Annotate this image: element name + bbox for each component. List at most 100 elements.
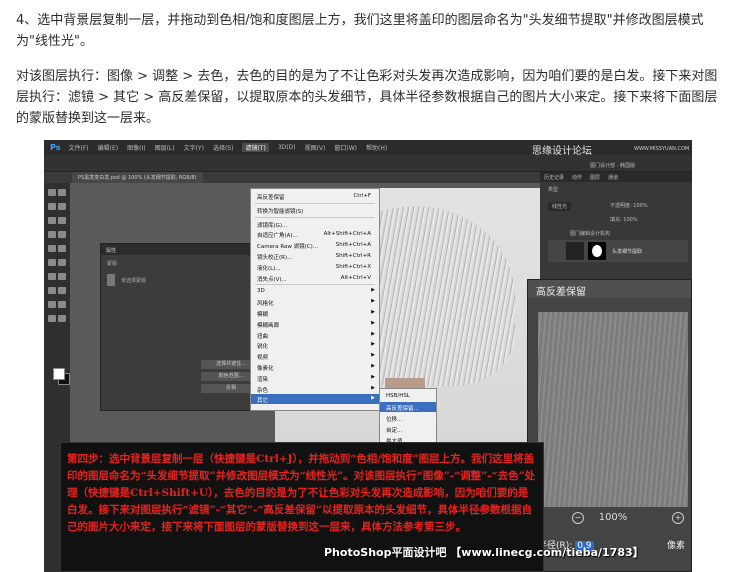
watermark-right: 图门设计部 - 韩国版	[590, 163, 635, 169]
menu-item-label: 扭曲	[257, 333, 269, 340]
submenu-arrow-icon: ▶	[371, 319, 375, 326]
eraser-tool-icon[interactable]	[48, 259, 56, 266]
layer-mask-thumbnail	[588, 242, 606, 260]
filter-menu-item[interactable]: 视频 ▶	[251, 351, 379, 361]
submenu-arrow-icon: ▶	[371, 352, 375, 359]
quick-select-tool-icon[interactable]	[58, 203, 66, 210]
menu-edit[interactable]: 编辑(E)	[98, 143, 118, 152]
filter-menu-item[interactable]: 自适应广角(A)... Alt+Shift+Ctrl+A	[251, 229, 379, 239]
filter-menu-item[interactable]: 模糊画廊 ▶	[251, 319, 379, 329]
menu-file[interactable]: 文件(F)	[68, 143, 88, 152]
ps-logo-icon: Ps	[50, 143, 61, 152]
menu-layer[interactable]: 图层(L)	[155, 143, 175, 152]
tab-layers[interactable]: 图层	[590, 174, 600, 181]
menu-item-label: 转换为智能滤镜(S)	[257, 208, 304, 215]
shape-tool-icon[interactable]	[58, 301, 66, 308]
menu-item-label: 滤镜库(G)...	[257, 222, 288, 229]
zoom-in-icon[interactable]: +	[672, 512, 684, 524]
tab-actions[interactable]: 动作	[572, 174, 582, 181]
menu-separator	[255, 202, 375, 204]
submenu-arrow-icon: ▶	[371, 395, 375, 402]
submenu-arrow-icon: ▶	[371, 309, 375, 315]
gradient-tool-icon[interactable]	[58, 259, 66, 266]
history-brush-tool-icon[interactable]	[58, 245, 66, 252]
layer-kind-select[interactable]: 类型	[548, 186, 558, 193]
hand-tool-icon[interactable]	[48, 315, 56, 322]
other-submenu-item[interactable]: 高反差保留...	[380, 402, 436, 412]
radius-unit: 像素	[666, 541, 685, 551]
healing-tool-icon[interactable]	[48, 231, 56, 238]
lasso-tool-icon[interactable]	[48, 203, 56, 210]
step-paragraph-2: 对该图层执行：图像 > 调整 > 去色，去色的目的是为了不让色彩对头发再次造成影…	[16, 69, 718, 126]
fill-field[interactable]: 填充: 100%	[610, 216, 638, 223]
step-paragraph-1: 4、选中背景层复制一层，并拖动到色相/饱和度图层上方，我们这里将盖印的图层命名为…	[16, 13, 704, 49]
filter-menu-item[interactable]: 其它 ▶	[251, 394, 379, 405]
tab-history[interactable]: 历史记录	[544, 174, 564, 181]
blend-mode-select[interactable]: 线性光	[548, 202, 572, 211]
brush-tool-icon[interactable]	[58, 231, 66, 238]
type-tool-icon[interactable]	[58, 287, 66, 294]
menu-image[interactable]: 图像(I)	[127, 143, 145, 152]
watermark-missyuan-url: WWW.MISSYUAN.COM	[634, 146, 690, 152]
filter-menu-item[interactable]: 模糊 ▶	[251, 308, 379, 318]
menu-item-label: 镜头校正(R)...	[257, 255, 293, 261]
path-select-tool-icon[interactable]	[48, 301, 56, 308]
filter-menu-item[interactable]: 消失点(V)... Alt+Ctrl+V	[251, 273, 379, 283]
mask-label: 未选择蒙版	[121, 278, 147, 284]
filter-menu-item[interactable]: Camera Raw 滤镜(C)... Shift+Ctrl+A	[251, 240, 379, 250]
menu-item-label: 锐化	[257, 344, 269, 351]
menu-item-label: 视频	[257, 355, 269, 362]
filter-menu-item[interactable]: 像素化 ▶	[251, 362, 379, 372]
opacity-field[interactable]: 不透明度: 100%	[610, 202, 648, 209]
dodge-tool-icon[interactable]	[58, 273, 66, 280]
stamp-tool-icon[interactable]	[48, 245, 56, 252]
menu-view[interactable]: 视图(V)	[305, 143, 326, 152]
filter-menu-item[interactable]: 转换为智能滤镜(S)	[251, 205, 379, 215]
menu-select[interactable]: 选择(S)	[213, 143, 234, 152]
other-submenu-item[interactable]: 自定...	[380, 424, 436, 434]
submenu-arrow-icon: ▶	[371, 384, 375, 391]
menu-item-label: 3D	[257, 288, 265, 295]
submenu-arrow-icon: ▶	[371, 330, 375, 337]
filter-menu-item[interactable]: 3D ▶	[251, 286, 379, 296]
panel-tabs: 历史记录 动作 图层 通道	[540, 172, 692, 182]
high-pass-dialog: 高反差保留 − 100% + 半径(R): 0.9 像素	[527, 279, 692, 572]
filter-menu-item[interactable]: 锐化 ▶	[251, 340, 379, 350]
move-tool-icon[interactable]	[48, 189, 56, 196]
blur-tool-icon[interactable]	[48, 273, 56, 280]
document-tab[interactable]: PS黑发变白发.psd @ 100% (头发细节提取, RGB/8)	[72, 172, 203, 183]
marquee-tool-icon[interactable]	[58, 189, 66, 196]
menu-item-label: 液化(L)...	[257, 265, 281, 272]
menu-3d[interactable]: 3D(D)	[278, 144, 296, 151]
filter-menu-item[interactable]: 液化(L)... Shift+Ctrl+X	[251, 262, 379, 272]
foreground-color-swatch[interactable]	[53, 368, 65, 380]
filter-menu-item[interactable]: 高反差保留 Ctrl+F	[251, 191, 379, 201]
menu-type[interactable]: 文字(Y)	[184, 143, 204, 152]
crop-tool-icon[interactable]	[48, 217, 56, 224]
menu-help[interactable]: 帮助(H)	[366, 143, 387, 152]
pen-tool-icon[interactable]	[48, 287, 56, 294]
properties-mask-item: 蒙版	[107, 261, 118, 267]
other-submenu-item[interactable]: HSB/HSL	[380, 391, 436, 401]
zoom-out-icon[interactable]: −	[572, 512, 584, 524]
high-pass-preview[interactable]	[538, 312, 688, 507]
filter-menu-item[interactable]: 杂色 ▶	[251, 384, 379, 394]
filter-menu-item[interactable]: 滤镜库(G)...	[251, 219, 379, 229]
filter-menu-item[interactable]: 镜头校正(R)... Shift+Ctrl+R	[251, 251, 379, 261]
menu-filter[interactable]: 滤镜(T)	[242, 143, 269, 152]
other-submenu-item[interactable]: 位移...	[380, 413, 436, 423]
zoom-tool-icon[interactable]	[58, 315, 66, 322]
layer-group-name[interactable]: 图门编辑设计机构	[570, 230, 610, 237]
filter-menu-item[interactable]: 渲染 ▶	[251, 373, 379, 383]
footer-watermark: PhotoShop平面设计吧 【www.linecg.com/tieba/178…	[324, 546, 644, 559]
filter-menu-item[interactable]: 风格化 ▶	[251, 297, 379, 307]
submenu-arrow-icon: ▶	[371, 363, 375, 369]
tab-channels[interactable]: 通道	[608, 174, 618, 181]
menu-window[interactable]: 窗口(W)	[334, 143, 357, 152]
eyedropper-tool-icon[interactable]	[58, 217, 66, 224]
filter-menu-item[interactable]: 扭曲 ▶	[251, 330, 379, 340]
menu-item-shortcut: Shift+Ctrl+R	[335, 253, 371, 259]
layer-row-hair-detail[interactable]: 头发细节提取	[548, 240, 688, 262]
ps-menubar: Ps 文件(F) 编辑(E) 图像(I) 图层(L) 文字(Y) 选择(S) 滤…	[44, 140, 692, 155]
menu-item-label: Camera Raw 滤镜(C)...	[257, 244, 319, 251]
